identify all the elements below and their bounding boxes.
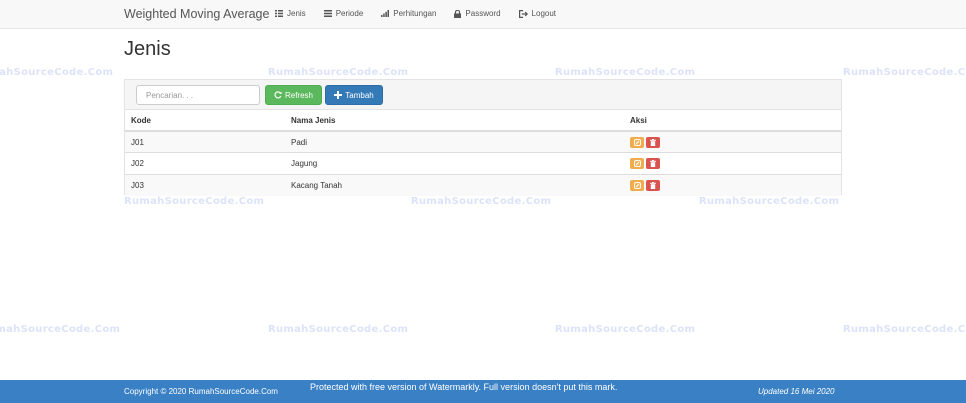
edit-button[interactable] [630,136,644,148]
refresh-button[interactable]: Refresh [265,85,322,105]
footer-updated: Updated 16 Mei 2020 [758,387,835,396]
nav-item-password[interactable]: Password [454,9,501,18]
page-title: Jenis [124,38,171,60]
delete-button[interactable] [646,136,660,148]
nav-item-logout[interactable]: Logout [518,9,557,18]
nav-item-label: Logout [531,9,557,18]
cell-kode: J01 [125,130,285,153]
watermark: RumahSourceCode.Com [124,196,265,207]
trash-icon [650,159,656,167]
plus-icon [334,91,343,99]
nav-item-perhitungan[interactable]: Perhitungan [381,9,436,18]
watermark: RumahSourceCode.Com [555,67,696,78]
watermark: RumahSourceCode.Com [0,324,121,335]
jenis-table: Kode Nama Jenis Aksi J01 Padi J02 Jagung… [125,110,841,196]
cell-aksi [624,173,841,196]
column-header-aksi: Aksi [624,110,841,132]
edit-button[interactable] [630,179,644,191]
table-header-row: Kode Nama Jenis Aksi [125,110,841,132]
delete-button[interactable] [646,179,660,191]
watermarkly-notice: Protected with free version of Watermark… [310,382,618,392]
watermark: RumahSourceCode.Com [555,324,696,335]
refresh-icon [274,91,282,99]
trash-icon [650,181,656,189]
add-button[interactable]: Tambah [325,85,383,105]
trash-icon [650,138,656,146]
watermark: RumahSourceCode.Com [268,324,409,335]
navbar: Weighted Moving Average Jenis Periode Pe… [0,0,966,29]
search-input[interactable] [136,85,260,105]
edit-icon [633,159,641,167]
watermark: RumahSourceCode.Com [0,67,114,78]
cell-aksi [624,130,841,153]
nav-menu: Jenis Periode Perhitungan Password Logou… [275,9,574,18]
nav-item-label: Jenis [287,9,306,18]
nav-item-label: Perhitungan [393,9,437,18]
cell-aksi [624,152,841,174]
cell-nama-jenis: Jagung [285,152,624,174]
watermark: RumahSourceCode.Com [843,324,966,335]
list-icon [323,10,332,17]
table-row: J01 Padi [125,130,841,153]
watermark: RumahSourceCode.Com [268,67,409,78]
watermark: RumahSourceCode.Com [411,196,552,207]
nav-item-label: Periode [335,9,364,18]
delete-button[interactable] [646,157,660,169]
footer: Copyright © 2020 RumahSourceCode.Com Pro… [0,380,966,403]
table-row: J03 Kacang Tanah [125,173,841,196]
edit-icon [633,138,641,146]
nav-item-label: Password [465,9,501,18]
edit-icon [633,181,641,189]
edit-button[interactable] [630,157,644,169]
jenis-panel: Refresh Tambah Kode Nama Jenis Aksi J01 … [124,79,842,196]
cell-nama-jenis: Kacang Tanah [285,173,624,196]
watermark: RumahSourceCode.Com [699,196,840,207]
nav-item-periode[interactable]: Periode [323,9,364,18]
toolbar: Refresh Tambah [125,80,841,110]
navbar-brand[interactable]: Weighted Moving Average [124,7,269,21]
refresh-label: Refresh [284,90,313,100]
nav-item-jenis[interactable]: Jenis [275,9,306,18]
cell-nama-jenis: Padi [285,130,624,153]
table-row: J02 Jagung [125,152,841,174]
grid-icon [275,10,283,17]
bar-chart-icon [381,10,390,17]
column-header-kode: Kode [125,110,285,132]
watermark: RumahSourceCode.Com [843,67,966,78]
footer-copyright: Copyright © 2020 RumahSourceCode.Com [124,387,278,396]
cell-kode: J03 [125,173,285,196]
column-header-nama-jenis: Nama Jenis [285,110,624,132]
cell-kode: J02 [125,152,285,174]
logout-icon [518,9,528,18]
lock-icon [454,9,462,18]
add-label: Tambah [345,90,374,100]
